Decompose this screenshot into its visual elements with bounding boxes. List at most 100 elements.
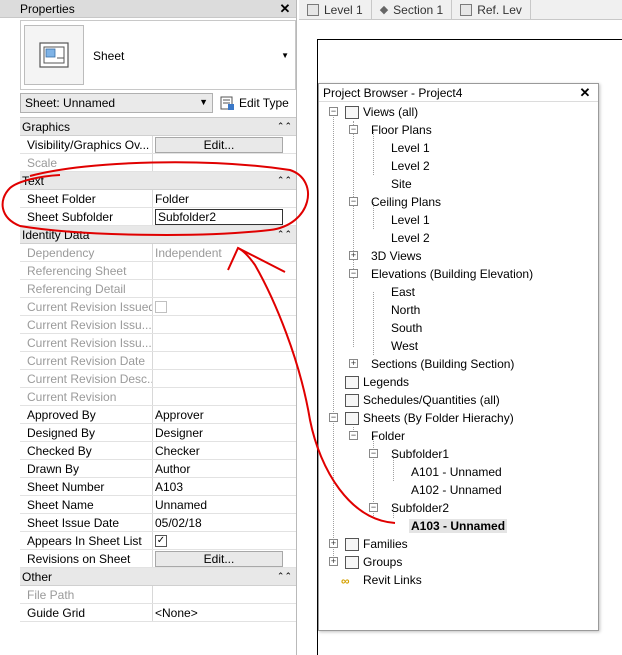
tab-level-1[interactable]: Level 1 [299, 0, 372, 20]
sheet-folder-value[interactable]: Folder [153, 190, 296, 207]
collapse-toggle-icon[interactable]: − [369, 503, 378, 512]
tree-a102[interactable]: A102 - Unnamed [411, 481, 502, 499]
tree-cp-level-1[interactable]: Level 1 [391, 211, 430, 229]
collapse-toggle-icon[interactable]: − [369, 449, 378, 458]
collapse-icon[interactable]: ⌃⌃ [277, 571, 296, 582]
row-drawn-by: Drawn By Author [20, 460, 296, 478]
tab-ref-level[interactable]: Ref. Lev [452, 0, 531, 20]
sheet-issue-date-value[interactable]: 05/02/18 [153, 514, 296, 531]
expand-toggle-icon[interactable]: + [329, 539, 338, 548]
edit-type-label: Edit Type [239, 96, 289, 110]
tree-families[interactable]: + Families [329, 535, 408, 553]
tree-label: A102 - Unnamed [411, 483, 502, 497]
collapse-toggle-icon[interactable]: − [349, 269, 358, 278]
type-name: Sheet [93, 49, 125, 63]
checked-by-value[interactable]: Checker [153, 442, 296, 459]
expand-toggle-icon[interactable]: + [349, 359, 358, 368]
collapse-icon[interactable]: ⌃⌃ [277, 175, 296, 186]
sheet-subfolder-input[interactable]: Subfolder2 [155, 208, 283, 225]
collapse-icon[interactable]: ⌃⌃ [277, 229, 296, 240]
tree-label-selected: A103 - Unnamed [409, 519, 508, 533]
dropdown-arrow-icon[interactable]: ▼ [281, 51, 289, 60]
tree-subfolder2[interactable]: − Subfolder2 [369, 499, 449, 517]
tree-label: Level 2 [391, 159, 430, 173]
prop-key: Revisions on Sheet [20, 550, 153, 567]
prop-key: File Path [20, 586, 153, 603]
tree-fp-level-2[interactable]: Level 2 [391, 157, 430, 175]
tree-schedules[interactable]: Schedules/Quantities (all) [345, 391, 500, 409]
tab-label: Level 1 [324, 2, 363, 17]
prop-key: Sheet Number [20, 478, 153, 495]
tree-el-south[interactable]: South [391, 319, 422, 337]
tree-folder[interactable]: − Folder [349, 427, 405, 445]
drawn-by-value[interactable]: Author [153, 460, 296, 477]
row-current-revision-issued-to: Current Revision Issu... [20, 334, 296, 352]
tree-legends[interactable]: Legends [345, 373, 409, 391]
collapse-toggle-icon[interactable]: − [349, 431, 358, 440]
expand-toggle-icon[interactable]: + [349, 251, 358, 260]
sheets-icon [345, 411, 359, 425]
tree-a103[interactable]: A103 - Unnamed [409, 517, 508, 535]
tree-revit-links[interactable]: ∞ Revit Links [341, 571, 422, 589]
tree-label: Level 1 [391, 141, 430, 155]
link-icon: ∞ [341, 573, 350, 588]
revisions-edit-button[interactable]: Edit... [155, 550, 283, 567]
tree-sections[interactable]: + Sections (Building Section) [349, 355, 514, 373]
tab-section-1[interactable]: ◆ Section 1 [372, 0, 453, 20]
close-icon[interactable]: ✕ [278, 1, 292, 16]
tree-label: Sections (Building Section) [371, 357, 515, 371]
tree-guide [353, 121, 354, 347]
tree-ceiling-plans[interactable]: − Ceiling Plans [349, 193, 441, 211]
appears-in-sheet-list-checkbox[interactable]: ✓ [155, 534, 167, 547]
tree-subfolder1[interactable]: − Subfolder1 [369, 445, 449, 463]
tree-floor-plans[interactable]: − Floor Plans [349, 121, 432, 139]
row-sheet-number: Sheet Number A103 [20, 478, 296, 496]
tree-sheets[interactable]: − Sheets (By Folder Hierachy) [329, 409, 514, 427]
group-other[interactable]: Other ⌃⌃ [20, 568, 296, 586]
tree-3d-views[interactable]: + 3D Views [349, 247, 421, 265]
group-label: Identity Data [22, 227, 90, 242]
tree-label: South [391, 321, 423, 335]
group-text[interactable]: Text ⌃⌃ [20, 172, 296, 190]
tree-label: Sheets (By Folder Hierachy) [363, 411, 514, 425]
close-icon[interactable]: ✕ [578, 85, 592, 100]
guide-grid-value[interactable]: <None> [153, 604, 296, 621]
tree-cp-level-2[interactable]: Level 2 [391, 229, 430, 247]
tree-el-north[interactable]: North [391, 301, 420, 319]
sheet-name-value[interactable]: Unnamed [153, 496, 296, 513]
group-label: Text [22, 173, 45, 188]
prop-value [153, 388, 296, 405]
collapse-toggle-icon[interactable]: − [329, 107, 338, 116]
tree-fp-level-1[interactable]: Level 1 [391, 139, 430, 157]
type-selector[interactable]: Sheet ▼ [20, 20, 296, 90]
tree-groups[interactable]: + Groups [329, 553, 402, 571]
tree-fp-site[interactable]: Site [391, 175, 412, 193]
designed-by-value[interactable]: Designer [153, 424, 296, 441]
prop-key: Sheet Subfolder [20, 208, 153, 225]
tree-views-all[interactable]: − Views (all) [329, 103, 418, 121]
vis-graphics-edit-button[interactable]: Edit... [155, 136, 283, 153]
expand-toggle-icon[interactable]: + [329, 557, 338, 566]
collapse-toggle-icon[interactable]: − [329, 413, 338, 422]
sheet-type-icon [24, 25, 84, 85]
prop-key: Current Revision Desc... [20, 370, 153, 387]
row-referencing-sheet: Referencing Sheet [20, 262, 296, 280]
collapse-icon[interactable]: ⌃⌃ [277, 121, 296, 132]
tree-elevations[interactable]: − Elevations (Building Elevation) [349, 265, 533, 283]
tree-label: East [391, 285, 416, 299]
collapse-toggle-icon[interactable]: − [349, 197, 358, 206]
approved-by-value[interactable]: Approver [153, 406, 296, 423]
floor-plan-icon [307, 3, 319, 16]
sheet-number-value[interactable]: A103 [153, 478, 296, 495]
tree-el-west[interactable]: West [391, 337, 418, 355]
group-graphics[interactable]: Graphics ⌃⌃ [20, 118, 296, 136]
tree-el-east[interactable]: East [391, 283, 415, 301]
collapse-toggle-icon[interactable]: − [349, 125, 358, 134]
row-appears-in-sheet-list: Appears In Sheet List ✓ [20, 532, 296, 550]
group-identity-data[interactable]: Identity Data ⌃⌃ [20, 226, 296, 244]
tree-a101[interactable]: A101 - Unnamed [411, 463, 502, 481]
edit-type-button[interactable]: Edit Type [219, 93, 289, 113]
checkbox [155, 300, 167, 313]
instance-filter-select[interactable]: Sheet: Unnamed ▼ [20, 93, 213, 113]
row-sheet-issue-date: Sheet Issue Date 05/02/18 [20, 514, 296, 532]
